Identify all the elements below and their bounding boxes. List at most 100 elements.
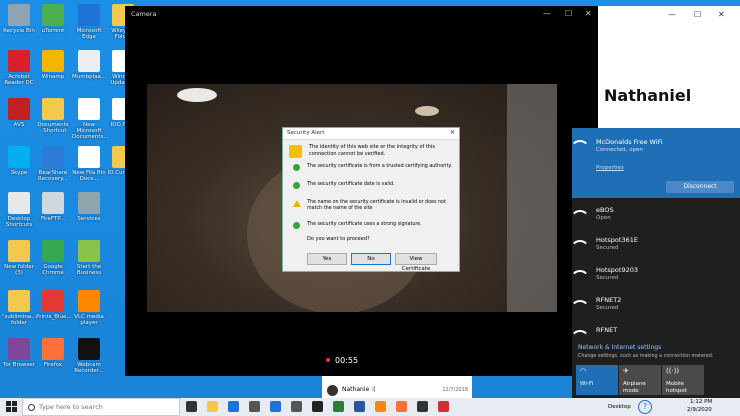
minimize-button[interactable]: — (668, 10, 676, 19)
desktop-icon[interactable]: Tor Browser (2, 338, 36, 368)
wifi-icon (580, 210, 590, 220)
shortcut-icon (78, 50, 100, 72)
edge-icon[interactable] (228, 401, 239, 412)
camera-minimize-button[interactable]: — (543, 9, 551, 18)
network-settings-link[interactable]: Network & Internet settings (578, 344, 661, 351)
camera-close-button[interactable]: ✕ (585, 9, 592, 18)
desktop-icon[interactable]: Start the Business (72, 240, 106, 276)
task-view-icon[interactable] (186, 401, 197, 412)
network-item[interactable]: RFNET2 Secured (596, 296, 621, 312)
desktop-icon[interactable]: Winamp (36, 50, 70, 80)
desktop-icon[interactable]: VLC media player (72, 290, 106, 326)
dialog-close-icon[interactable]: ✕ (450, 129, 455, 136)
quick-action-wifi[interactable]: ◠ Wi-Fi (576, 365, 618, 395)
pdf-icon[interactable] (438, 401, 449, 412)
desktop-icon-label: Services (77, 216, 101, 222)
desktop-icon[interactable]: New Fila Bin Docs... (72, 146, 106, 182)
desktop-icon-label: Desktop Shortcuts (5, 216, 33, 228)
lock-warning-icon (289, 145, 302, 158)
desktop-icon[interactable]: New folder (3) (2, 240, 36, 276)
view-certificate-button[interactable]: View Certificate (395, 253, 437, 272)
desktop-icon[interactable]: Services (72, 192, 106, 222)
desktop-icon[interactable]: Recycle Bin (2, 4, 36, 34)
amazon-icon[interactable] (312, 401, 323, 412)
store-icon[interactable] (249, 401, 260, 412)
shortcut-icon (78, 240, 100, 262)
dialog-question: Do you want to proceed? (307, 236, 370, 242)
certificate-check: The name on the security certificate is … (293, 200, 453, 212)
check-icon (293, 182, 300, 189)
desktop-icon[interactable]: Firefox (36, 338, 70, 368)
maximize-button[interactable]: ☐ (694, 10, 701, 19)
shortcut-icon (42, 4, 64, 26)
camera-titlebar: Camera — ☐ ✕ (125, 6, 598, 22)
desktop-icon[interactable]: uTorrent (36, 4, 70, 34)
desktop-icon-label: Prints_Blue... (36, 314, 72, 320)
disconnect-button[interactable]: Disconnect (666, 181, 734, 193)
message-sender: Nathanie :( (342, 386, 376, 393)
shortcut-icon (8, 98, 30, 120)
message-preview[interactable]: Nathanie :( 12/7/2018 (322, 376, 472, 398)
desktop-icon[interactable]: Prints_Blue... (36, 290, 72, 320)
desktop-icon-label: VLC media player (74, 314, 104, 326)
shortcut-icon (78, 4, 100, 26)
desktop-icon[interactable]: "sublimina... folder (2, 290, 36, 326)
quick-action-airplane[interactable]: ✈ Airplane mode (619, 365, 661, 395)
file-explorer-icon[interactable] (207, 401, 218, 412)
clock-date[interactable]: 2/9/2020 (687, 407, 712, 413)
network-item[interactable]: Hotspot361E Secured (596, 236, 638, 252)
desktop-icon[interactable]: New Microsoft Documents... (72, 98, 109, 140)
start-button[interactable] (6, 401, 17, 412)
desktop-icon[interactable]: AVS (2, 98, 36, 128)
network-item[interactable]: Hotspot9203 Secured (596, 266, 638, 282)
close-button[interactable]: ✕ (718, 10, 725, 19)
word-icon[interactable] (354, 401, 365, 412)
desktop-icon[interactable]: Webcam Recorder... (72, 338, 106, 374)
desktop-icon-label: Google Chrome (42, 264, 64, 276)
properties-link[interactable]: Properties (596, 165, 624, 171)
camera-maximize-button[interactable]: ☐ (565, 9, 572, 18)
desktop-icon[interactable]: BearShare Recovery... (36, 146, 70, 182)
shortcut-icon (8, 240, 30, 262)
shortcut-icon (8, 50, 30, 72)
yes-button[interactable]: Yes (307, 253, 347, 265)
desktop-icon-label: "sublimina... folder (2, 314, 37, 326)
network-flyout: McDonalds Free WiFi Connected, open Prop… (572, 128, 740, 398)
network-item[interactable]: RFNET (596, 326, 617, 334)
desktop-icon[interactable]: Mumbplaa... (72, 50, 106, 80)
help-icon[interactable]: ? (638, 400, 652, 414)
desktop-icon[interactable]: Desktop Shortcuts (2, 192, 36, 228)
no-button[interactable]: No (351, 253, 391, 265)
warning-icon (293, 200, 301, 207)
desktop-icon-label: Recycle Bin (3, 28, 35, 34)
desktop-toolbar-label[interactable]: Desktop (608, 404, 631, 410)
desktop-icon[interactable]: FireFTP... (36, 192, 70, 222)
taskbar-search[interactable] (22, 398, 180, 416)
desktop-icon[interactable]: Documents - Shortcut (36, 98, 70, 134)
shortcut-icon (42, 146, 64, 168)
network-item-active[interactable]: McDonalds Free WiFi Connected, open (596, 138, 663, 154)
photos-icon[interactable] (291, 401, 302, 412)
search-icon (28, 404, 35, 411)
desktop-icon[interactable]: Google Chrome (36, 240, 70, 276)
clock-time[interactable]: 1:12 PM (690, 399, 712, 405)
shortcut-icon (42, 290, 64, 312)
wifi-icon (580, 140, 590, 150)
mail-icon[interactable] (270, 401, 281, 412)
camera-icon[interactable] (417, 401, 428, 412)
recording-indicator (326, 358, 330, 362)
dialog-title: Security Alert (287, 130, 325, 136)
search-input[interactable] (39, 402, 175, 412)
desktop-icon-label: Webcam Recorder... (74, 362, 104, 374)
desktop-icon[interactable]: Skype (2, 146, 36, 176)
check-icon (293, 164, 300, 171)
vlc-icon[interactable] (375, 401, 386, 412)
quick-action-hotspot[interactable]: ((·)) Mobile hotspot (662, 365, 704, 395)
dialog-intro: The identity of this web site or the int… (309, 144, 435, 157)
desktop-icon-label: Microsoft Edge (76, 28, 102, 40)
desktop-icon[interactable]: Microsoft Edge (72, 4, 106, 40)
network-item[interactable]: eBOS Open (596, 206, 614, 222)
firefox-icon[interactable] (396, 401, 407, 412)
spreadsheet-icon[interactable] (333, 401, 344, 412)
desktop-icon[interactable]: Acrobat Reader DC (2, 50, 36, 86)
